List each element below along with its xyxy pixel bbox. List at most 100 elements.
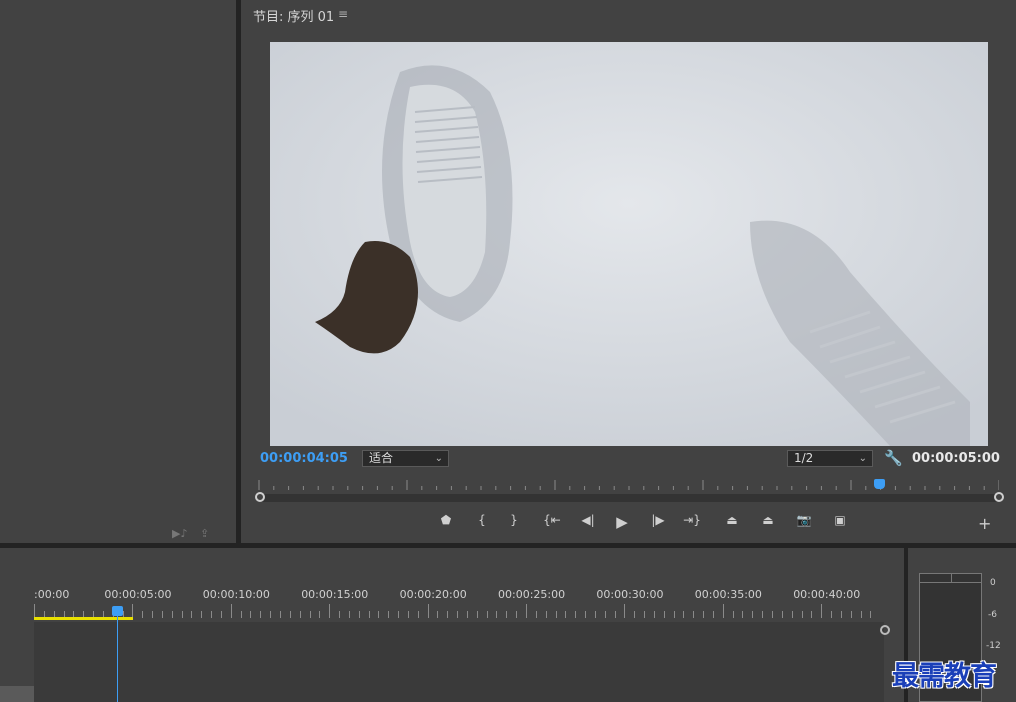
zoom-level-value: 适合 xyxy=(369,451,394,465)
timeline-tick xyxy=(407,611,409,618)
timeline-tick xyxy=(703,611,705,618)
scrub-bar[interactable] xyxy=(259,494,999,502)
zoom-end-handle[interactable] xyxy=(994,492,1004,502)
timeline-tick xyxy=(634,611,636,618)
timeline-tick xyxy=(801,611,803,618)
timeline-playhead[interactable] xyxy=(112,606,123,616)
mark-in-button[interactable]: { xyxy=(472,513,492,527)
timeline-tick xyxy=(240,611,242,618)
timeline-tick xyxy=(565,611,567,618)
current-timecode[interactable]: 00:00:04:05 xyxy=(260,451,348,466)
timeline-tick xyxy=(821,604,823,618)
step-forward-button[interactable]: |▶ xyxy=(648,513,668,527)
timeline-time-label: 00:00:20:00 xyxy=(399,588,467,601)
timeline-tick xyxy=(526,604,527,618)
timeline-tick xyxy=(644,611,646,618)
timeline-tick xyxy=(270,611,272,618)
timeline-tick xyxy=(329,604,331,618)
track-header[interactable] xyxy=(0,686,34,702)
go-to-out-button[interactable]: ⇥} xyxy=(682,513,702,527)
timeline-tick xyxy=(368,611,370,618)
playback-resolution-select[interactable]: 1/2 ⌄ xyxy=(787,450,873,467)
meter-label-0: 0 xyxy=(990,578,996,588)
timeline-tick xyxy=(555,611,557,618)
timeline-tick xyxy=(348,611,350,618)
timeline-time-label: 00:00:25:00 xyxy=(498,588,566,601)
timeline-tick xyxy=(781,611,783,618)
timeline-tick xyxy=(585,611,587,618)
timeline-tick xyxy=(653,611,655,618)
timeline-tick xyxy=(339,611,341,618)
timeline-tick xyxy=(516,611,518,618)
monitor-playhead[interactable] xyxy=(874,479,885,489)
timeline-tick xyxy=(466,611,468,618)
timeline-tick xyxy=(614,611,616,618)
timeline-time-label: 00:00:10:00 xyxy=(202,588,270,601)
extract-button[interactable]: ⏏ xyxy=(758,513,778,527)
timeline-time-label: 00:00:05:00 xyxy=(104,588,172,601)
go-to-in-button[interactable]: {⇤ xyxy=(542,513,562,527)
timeline-tick xyxy=(358,611,360,618)
timeline-tick xyxy=(486,611,488,618)
timeline-tick xyxy=(398,611,400,618)
timeline-time-label: 00:00:30:00 xyxy=(596,588,664,601)
timeline-tick xyxy=(712,611,714,618)
timeline-tick xyxy=(850,611,852,618)
music-icon[interactable]: ▶♪ xyxy=(172,527,187,540)
timeline-tick xyxy=(34,604,35,618)
zoom-level-select[interactable]: 适合 ⌄ xyxy=(362,450,449,467)
meter-label-6: -6 xyxy=(988,610,997,620)
step-back-button[interactable]: ◀| xyxy=(578,513,598,527)
timeline-track-area[interactable] xyxy=(34,622,884,702)
export-icon[interactable]: ⇪ xyxy=(200,527,209,540)
timeline-tick xyxy=(860,611,862,618)
timeline-tick xyxy=(840,611,842,618)
panel-menu-icon[interactable]: ≡ xyxy=(338,7,348,21)
play-button[interactable]: ▶ xyxy=(612,513,632,531)
compare-view-button[interactable]: ▣ xyxy=(830,513,850,527)
timeline-tick xyxy=(545,611,547,618)
timeline-tick xyxy=(289,611,291,618)
chevron-down-icon: ⌄ xyxy=(858,453,867,464)
timeline-tick xyxy=(772,611,773,618)
add-marker-button[interactable]: ⬟ xyxy=(436,513,456,527)
timeline-ruler[interactable]: :00:00 00:00:05:00 00:00:10:00 00:00:15:00 0… xyxy=(34,588,884,622)
timeline-tick xyxy=(319,611,321,618)
timeline-scroll-handle[interactable] xyxy=(880,625,890,635)
mark-out-button[interactable]: } xyxy=(504,513,524,527)
timeline-tick xyxy=(831,611,833,618)
lift-button[interactable]: ⏏ xyxy=(722,513,742,527)
timeline-tick xyxy=(250,611,252,618)
timeline-tick xyxy=(309,611,311,618)
timeline-tick xyxy=(594,611,596,618)
timeline-tick xyxy=(496,611,498,618)
resolution-value: 1/2 xyxy=(794,451,814,465)
timeline-tick xyxy=(132,604,134,618)
zoom-start-handle[interactable] xyxy=(255,492,265,502)
timeline-time-label: :00:00 xyxy=(34,588,70,601)
work-area-bar[interactable] xyxy=(34,617,133,620)
timeline-tick xyxy=(624,604,626,618)
button-editor-plus-button[interactable]: + xyxy=(978,514,991,533)
timeline-tick xyxy=(457,611,459,618)
timeline-tick xyxy=(732,611,734,618)
timeline-playhead-line xyxy=(117,616,118,702)
settings-wrench-icon[interactable]: 🔧 xyxy=(884,449,903,467)
timeline-tick xyxy=(161,611,163,618)
chevron-down-icon: ⌄ xyxy=(434,453,443,464)
timeline-tick xyxy=(211,611,213,618)
export-frame-button[interactable]: 📷 xyxy=(794,513,814,527)
timeline-tick xyxy=(476,611,478,618)
timeline-tick xyxy=(142,611,144,618)
panel-title[interactable]: 节目: 序列 01 xyxy=(253,6,334,25)
timeline-tick xyxy=(230,604,232,618)
timeline-tick xyxy=(575,611,577,618)
program-monitor-panel: 节目: 序列 01 ≡ 00:00:04:05 适合 ⌄ 1/2 ⌄ 🔧 00:… xyxy=(241,0,1016,543)
timeline-time-label: 00:00:40:00 xyxy=(793,588,861,601)
timeline-tick xyxy=(604,611,606,618)
monitor-time-ruler[interactable] xyxy=(255,476,999,492)
timeline-tick xyxy=(811,611,813,618)
timeline-tick xyxy=(191,611,193,618)
timeline-tick xyxy=(280,611,281,618)
timeline-tick xyxy=(201,611,203,618)
